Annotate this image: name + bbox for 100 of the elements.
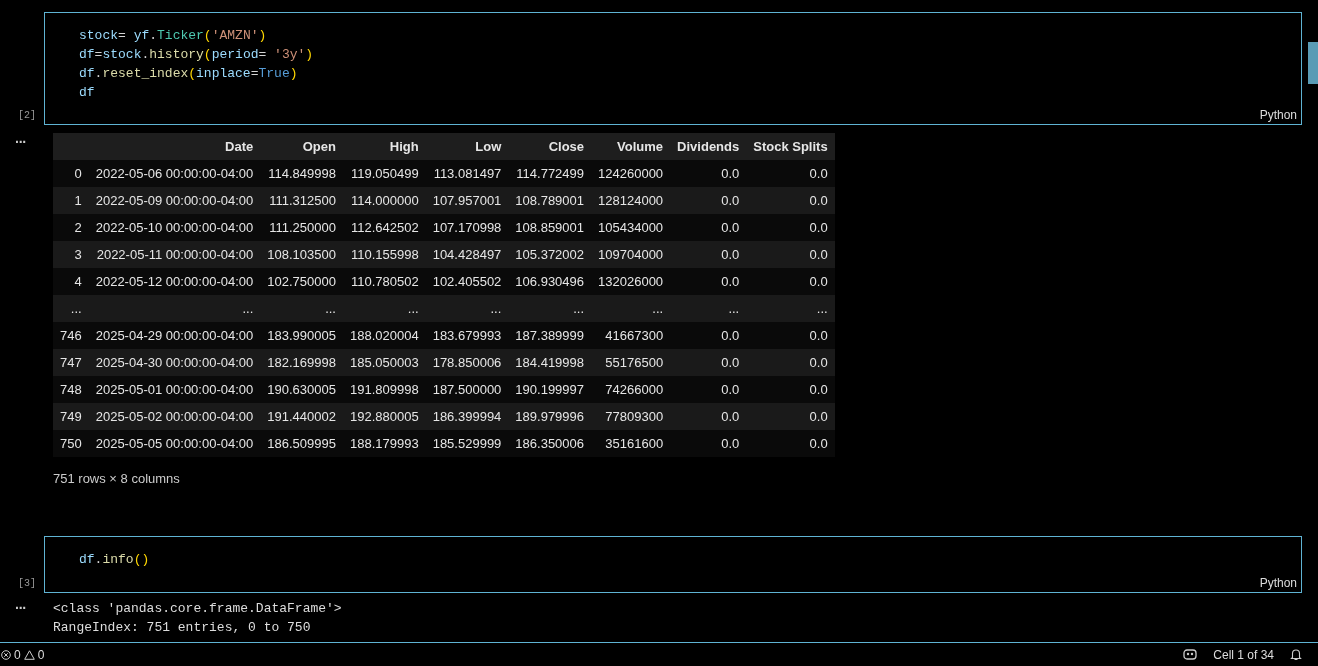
warning-icon[interactable] — [23, 649, 35, 660]
table-cell: ... — [508, 295, 592, 322]
table-cell: 108.103500 — [260, 241, 343, 268]
table-cell: 114.772499 — [508, 160, 592, 187]
table-cell: 74266000 — [591, 376, 671, 403]
table-cell: 0.0 — [746, 349, 835, 376]
column-header: High — [342, 133, 426, 160]
column-header: Open — [260, 133, 343, 160]
table-cell: 0.0 — [670, 160, 747, 187]
scrollbar-thumb[interactable] — [1308, 42, 1318, 84]
table-cell: 107.170998 — [425, 214, 509, 241]
error-icon[interactable] — [1, 649, 11, 660]
table-cell: ... — [670, 295, 747, 322]
table-cell: 0.0 — [746, 187, 835, 214]
table-cell: 102.405502 — [425, 268, 509, 295]
table-cell: 183.679993 — [425, 322, 509, 349]
table-cell: 0.0 — [746, 322, 835, 349]
table-cell: 185.050003 — [342, 349, 426, 376]
table-cell: 0.0 — [670, 268, 747, 295]
table-cell: 2025-05-01 00:00:00-04:00 — [88, 376, 261, 403]
output-menu-icon[interactable]: ··· — [15, 600, 26, 616]
table-cell: 0.0 — [670, 187, 747, 214]
row-index: 0 — [53, 160, 89, 187]
table-cell: 119.050499 — [342, 160, 426, 187]
row-index: 3 — [53, 241, 89, 268]
table-cell: 0.0 — [746, 430, 835, 457]
row-index: 747 — [53, 349, 89, 376]
code-line: df.info() — [79, 551, 151, 569]
code-line: df=stock.history(period= '3y') — [79, 46, 315, 64]
table-cell: 190.630005 — [260, 376, 343, 403]
language-label[interactable]: Python — [1259, 108, 1297, 122]
table-cell: 188.179993 — [342, 430, 426, 457]
code-cell[interactable]: df.info() Python — [44, 536, 1302, 593]
cell-position[interactable]: Cell 1 of 34 — [1213, 647, 1274, 662]
table-cell: 111.250000 — [260, 214, 343, 241]
table-cell: 189.979996 — [508, 403, 592, 430]
table-cell: 107.957001 — [425, 187, 509, 214]
table-cell: 185.529999 — [425, 430, 509, 457]
row-index: 748 — [53, 376, 89, 403]
row-index: 2 — [53, 214, 89, 241]
table-cell: ... — [260, 295, 343, 322]
table-cell: 2025-05-05 00:00:00-04:00 — [88, 430, 261, 457]
bell-icon[interactable] — [1290, 648, 1302, 661]
row-index: ... — [53, 295, 89, 322]
table-cell: 0.0 — [746, 268, 835, 295]
table-shape-text: 751 rows × 8 columns — [53, 471, 181, 486]
table-cell: 0.0 — [746, 403, 835, 430]
table-cell: 106.930496 — [508, 268, 592, 295]
code-cell[interactable]: stock= yf.Ticker('AMZN') df=stock.history(period= '3y') df.reset_index(inplace=True) df Python — [44, 12, 1302, 125]
column-header: Stock Splits — [746, 133, 835, 160]
error-count[interactable]: 0 — [14, 647, 21, 662]
table-cell: 187.389999 — [508, 322, 592, 349]
output-line: RangeIndex: 751 entries, 0 to 750 — [53, 619, 312, 637]
table-cell: 182.169998 — [260, 349, 343, 376]
table-cell: 191.809998 — [342, 376, 426, 403]
code-line: stock= yf.Ticker('AMZN') — [79, 27, 268, 45]
table-cell: 0.0 — [670, 349, 747, 376]
row-index: 746 — [53, 322, 89, 349]
table-cell: 191.440002 — [260, 403, 343, 430]
table-cell: 183.990005 — [260, 322, 343, 349]
table-cell: 108.859001 — [508, 214, 592, 241]
table-cell: 2025-05-02 00:00:00-04:00 — [88, 403, 261, 430]
table-cell: 2022-05-09 00:00:00-04:00 — [88, 187, 261, 214]
table-cell: 110.155998 — [342, 241, 426, 268]
table-cell: 192.880005 — [342, 403, 426, 430]
table-cell: 0.0 — [670, 376, 747, 403]
output-line: <class 'pandas.core.frame.DataFrame'> — [53, 600, 343, 618]
code-line: df.reset_index(inplace=True) — [79, 65, 299, 83]
table-cell: 110.780502 — [342, 268, 426, 295]
table-cell: 112.642502 — [342, 214, 426, 241]
table-cell: ... — [591, 295, 671, 322]
table-cell: 113.081497 — [425, 160, 509, 187]
table-cell: 2022-05-12 00:00:00-04:00 — [88, 268, 261, 295]
row-index: 1 — [53, 187, 89, 214]
table-cell: 2025-04-29 00:00:00-04:00 — [88, 322, 261, 349]
table-cell: 109704000 — [591, 241, 671, 268]
language-label[interactable]: Python — [1259, 576, 1297, 590]
table-cell: 2022-05-11 00:00:00-04:00 — [88, 241, 261, 268]
table-cell: 0.0 — [670, 241, 747, 268]
table-cell: 124260000 — [591, 160, 671, 187]
output-menu-icon[interactable]: ··· — [15, 134, 26, 150]
code-line: df — [79, 84, 96, 102]
table-cell: 2022-05-06 00:00:00-04:00 — [88, 160, 261, 187]
table-cell: 187.500000 — [425, 376, 509, 403]
table-cell: 188.020004 — [342, 322, 426, 349]
column-header: Date — [88, 133, 261, 160]
table-cell: 108.789001 — [508, 187, 592, 214]
column-header: Volume — [591, 133, 671, 160]
table-cell: 114.000000 — [342, 187, 426, 214]
table-cell: 104.428497 — [425, 241, 509, 268]
row-index: 749 — [53, 403, 89, 430]
table-cell: 128124000 — [591, 187, 671, 214]
column-header: Low — [425, 133, 509, 160]
table-cell: 2022-05-10 00:00:00-04:00 — [88, 214, 261, 241]
table-cell: 0.0 — [746, 160, 835, 187]
warning-count[interactable]: 0 — [37, 647, 45, 662]
table-cell: 35161600 — [591, 430, 671, 457]
table-cell: 184.419998 — [508, 349, 592, 376]
table-cell: 105434000 — [591, 214, 671, 241]
table-cell: 105.372002 — [508, 241, 592, 268]
